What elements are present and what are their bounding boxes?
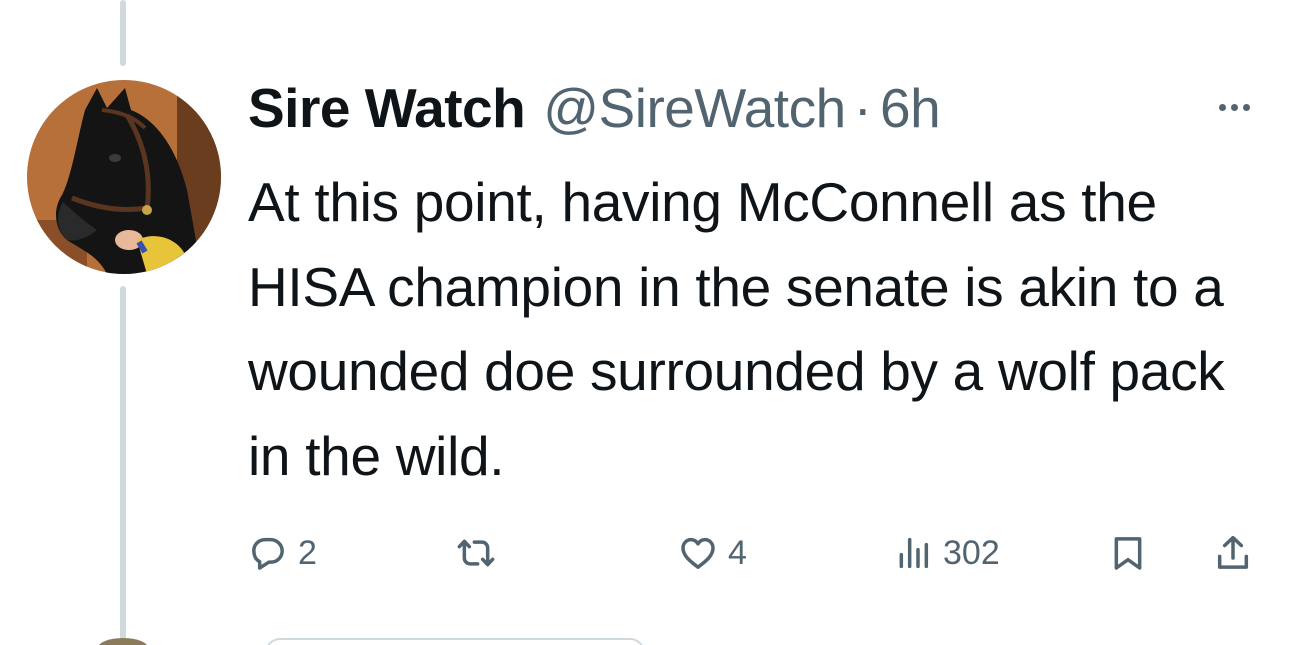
tweet-page: Sire Watch @SireWatch · 6h At this point… — [0, 0, 1290, 645]
horse-avatar-image — [27, 80, 221, 274]
user-handle[interactable]: @SireWatch — [543, 76, 846, 140]
like-button[interactable]: 4 — [678, 525, 747, 581]
share-icon — [1217, 535, 1249, 569]
retweet-button[interactable] — [456, 525, 496, 581]
retweet-icon — [457, 539, 495, 567]
like-count: 4 — [728, 533, 747, 572]
share-button[interactable] — [1213, 525, 1253, 581]
more-horizontal-icon — [1218, 103, 1226, 111]
action-bar: 2 4 302 — [248, 525, 1263, 581]
tweet-header: Sire Watch @SireWatch · 6h — [248, 76, 941, 140]
avatar[interactable] — [27, 80, 221, 274]
separator-dot: · — [853, 77, 872, 139]
more-options-button[interactable] — [1206, 92, 1262, 122]
next-tweet-avatar[interactable] — [98, 638, 148, 645]
timestamp[interactable]: 6h — [880, 76, 941, 140]
analytics-icon — [899, 537, 929, 569]
views-button[interactable]: 302 — [893, 525, 1000, 581]
view-count: 302 — [943, 533, 1000, 572]
thread-line-bottom — [120, 286, 126, 645]
next-tweet-card[interactable] — [265, 638, 645, 645]
bookmark-button[interactable] — [1108, 525, 1148, 581]
display-name[interactable]: Sire Watch — [248, 76, 526, 140]
reply-button[interactable]: 2 — [248, 525, 317, 581]
reply-count: 2 — [298, 533, 317, 572]
thread-line-top — [120, 0, 126, 66]
bookmark-icon — [1114, 537, 1142, 570]
tweet-text: At this point, having McConnell as the H… — [248, 171, 1225, 487]
heart-icon — [681, 537, 715, 569]
reply-icon — [252, 537, 284, 570]
